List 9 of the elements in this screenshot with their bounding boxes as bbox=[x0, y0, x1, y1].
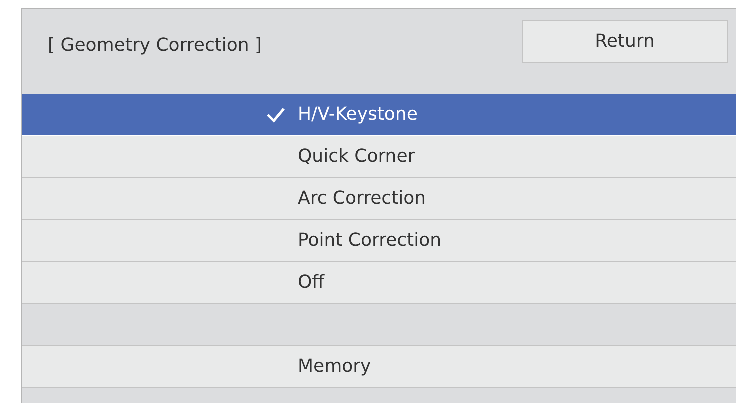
menu-item[interactable]: Arc Correction bbox=[22, 178, 736, 220]
checkmark-icon bbox=[266, 106, 286, 122]
menu-item[interactable]: Off bbox=[22, 262, 736, 304]
menu-item[interactable]: Memory bbox=[22, 346, 736, 388]
menu-item[interactable]: H/V-Keystone bbox=[22, 94, 736, 136]
menu-item[interactable]: Point Correction bbox=[22, 220, 736, 262]
menu-title: [ Geometry Correction ] bbox=[48, 35, 262, 56]
menu-item[interactable]: Quick Corner bbox=[22, 136, 736, 178]
return-button[interactable]: Return bbox=[522, 20, 728, 63]
